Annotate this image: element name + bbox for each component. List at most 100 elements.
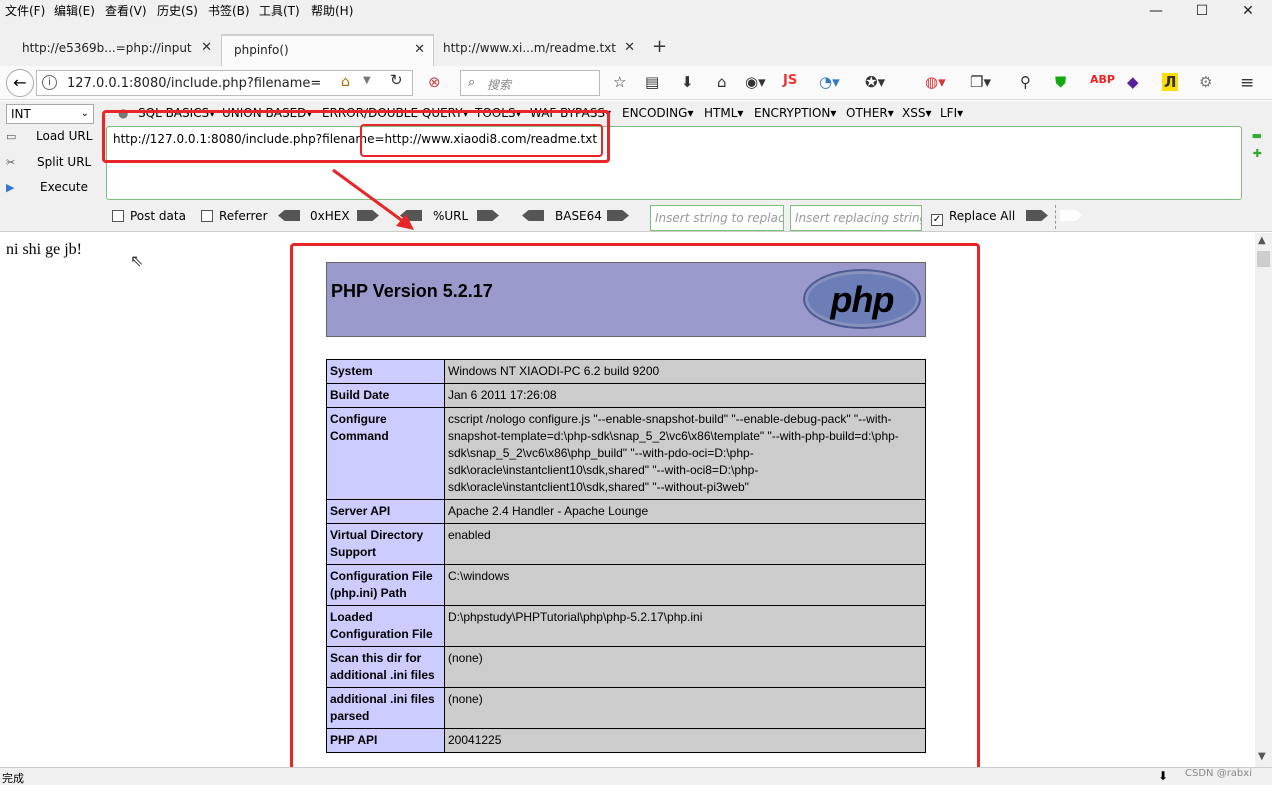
- reading-list-icon[interactable]: ▤: [645, 73, 659, 91]
- checkbox-icon: [201, 210, 213, 222]
- scissors-icon: ✂: [6, 156, 16, 169]
- green-shield-icon[interactable]: ⛊: [1055, 73, 1066, 91]
- scroll-thumb[interactable]: [1257, 251, 1270, 267]
- menu-html[interactable]: HTML▾: [704, 106, 743, 120]
- tab-php-input[interactable]: http://e5369b...=php://input ✕: [10, 34, 220, 66]
- menu-encoding[interactable]: ENCODING▾: [622, 106, 693, 120]
- minimize-button[interactable]: —: [1146, 3, 1166, 23]
- replace-next-arrow-icon[interactable]: [1060, 210, 1082, 221]
- maximize-button[interactable]: ☐: [1192, 3, 1212, 23]
- bookmark-star-icon[interactable]: ☆: [613, 73, 626, 91]
- scroll-down-icon[interactable]: ▼: [1258, 751, 1266, 762]
- new-tab-button[interactable]: +: [652, 36, 667, 57]
- menu-tools[interactable]: 工具(T): [259, 2, 300, 19]
- url-encode-arrow-icon[interactable]: [477, 210, 499, 221]
- referrer-label: Referrer: [219, 209, 268, 223]
- menu-xss[interactable]: XSS▾: [902, 106, 931, 120]
- base64-decode-arrow-icon[interactable]: [522, 210, 544, 221]
- annotation-arrow-icon: [332, 168, 414, 230]
- annotation-phpinfo-box: [290, 243, 980, 781]
- status-text: 完成: [2, 772, 24, 785]
- window-icon[interactable]: ❐▾: [970, 73, 991, 91]
- menu-help[interactable]: 帮助(H): [311, 2, 353, 19]
- minus-icon[interactable]: ▬: [1252, 129, 1262, 142]
- download-status-icon[interactable]: ⬇: [1158, 769, 1168, 783]
- js-icon[interactable]: JS: [783, 73, 797, 88]
- menu-edit[interactable]: 编辑(E): [54, 2, 95, 19]
- menu-view[interactable]: 查看(V): [105, 2, 147, 19]
- address-bar[interactable]: i 127.0.0.1:8080/include.php?filename=ht…: [36, 70, 413, 96]
- browser-icon[interactable]: ◔▾: [819, 73, 840, 91]
- info-icon[interactable]: i: [42, 75, 57, 90]
- tab-label: http://www.xi...m/readme.txt: [443, 41, 616, 55]
- watermark: CSDN @rabxi: [1185, 768, 1252, 779]
- int-select[interactable]: INT ⌄: [6, 104, 94, 124]
- load-url-label: Load URL: [36, 129, 93, 143]
- addon-icon[interactable]: ⊗: [428, 73, 441, 91]
- globe-icon[interactable]: ◉▾: [745, 73, 766, 91]
- address-input[interactable]: 127.0.0.1:8080/include.php?filename=http…: [67, 76, 321, 91]
- magnifier-icon[interactable]: ⚲: [1020, 73, 1031, 91]
- post-data-checkbox[interactable]: Post data: [112, 209, 186, 223]
- tab-readme[interactable]: http://www.xi...m/readme.txt ✕: [431, 34, 643, 66]
- replace-search-input[interactable]: Insert string to replace: [650, 205, 784, 231]
- search-input[interactable]: 搜索: [487, 76, 511, 93]
- replace-all-label: Replace All: [949, 209, 1016, 223]
- close-icon[interactable]: ✕: [624, 34, 635, 62]
- navigation-bar: ← i 127.0.0.1:8080/include.php?filename=…: [0, 66, 1272, 100]
- palette-icon[interactable]: ✪▾: [865, 73, 885, 91]
- menu-lfi[interactable]: LFI▾: [940, 106, 963, 120]
- tab-label: phpinfo(): [234, 43, 289, 57]
- execute-label: Execute: [40, 180, 88, 194]
- chevron-down-icon: ⌄: [80, 108, 89, 119]
- url-label: %URL: [433, 209, 469, 223]
- close-icon[interactable]: ✕: [414, 36, 425, 64]
- search-icon: ⌕: [468, 75, 476, 90]
- home-icon[interactable]: ⌂: [341, 74, 350, 90]
- shield-addon-icon[interactable]: ◍▾: [925, 73, 946, 91]
- post-data-label: Post data: [130, 209, 186, 223]
- checkbox-checked-icon: ✓: [931, 214, 943, 226]
- home-button-icon[interactable]: ⌂: [717, 73, 727, 91]
- load-url-button[interactable]: ▭ Load URL: [6, 129, 92, 149]
- chevron-down-icon[interactable]: ▼: [363, 75, 371, 86]
- close-icon[interactable]: ✕: [201, 34, 212, 62]
- menu-file[interactable]: 文件(F): [5, 2, 45, 19]
- vertical-scrollbar[interactable]: ▲ ▼: [1255, 233, 1272, 767]
- menu-encryption[interactable]: ENCRYPTION▾: [754, 106, 836, 120]
- adblock-icon[interactable]: ABP: [1090, 73, 1115, 86]
- hamburger-menu-icon[interactable]: ≡: [1240, 73, 1254, 93]
- yellow-addon-icon[interactable]: Л: [1162, 73, 1179, 91]
- replace-with-input[interactable]: Insert replacing string: [790, 205, 922, 231]
- replace-arrow-icon[interactable]: [1026, 210, 1048, 221]
- download-icon[interactable]: ⬇: [681, 73, 694, 91]
- execute-button[interactable]: ▶ Execute: [6, 180, 88, 200]
- int-select-value: INT: [11, 107, 31, 121]
- replace-all-checkbox[interactable]: ✓ Replace All: [931, 209, 1015, 226]
- plus-icon[interactable]: ✚: [1253, 147, 1262, 160]
- split-url-button[interactable]: ✂ Split URL: [6, 155, 91, 175]
- referrer-checkbox[interactable]: Referrer: [201, 209, 268, 223]
- scroll-up-icon[interactable]: ▲: [1258, 235, 1266, 246]
- divider: [1055, 205, 1056, 229]
- split-url-label: Split URL: [37, 155, 92, 169]
- tab-label: http://e5369b...=php://input: [22, 41, 192, 55]
- cube-icon[interactable]: ◆: [1127, 73, 1139, 91]
- close-window-button[interactable]: ✕: [1238, 3, 1258, 23]
- back-button[interactable]: ←: [6, 69, 34, 97]
- menu-history[interactable]: 历史(S): [157, 2, 198, 19]
- menu-other[interactable]: OTHER▾: [846, 106, 894, 120]
- checkbox-icon: [112, 210, 124, 222]
- gear-icon[interactable]: ⚙: [1199, 73, 1212, 91]
- reload-icon[interactable]: ↻: [390, 71, 403, 89]
- base64-label: BASE64: [555, 209, 602, 223]
- menu-bookmarks[interactable]: 书签(B): [208, 2, 250, 19]
- menu-bar: 文件(F) 编辑(E) 查看(V) 历史(S) 书签(B) 工具(T) 帮助(H…: [0, 0, 1272, 30]
- base64-encode-arrow-icon[interactable]: [607, 210, 629, 221]
- tab-bar: http://e5369b...=php://input ✕ phpinfo()…: [0, 30, 1272, 66]
- tab-phpinfo[interactable]: phpinfo() ✕: [221, 34, 434, 66]
- mouse-cursor-icon: ⇖: [130, 251, 144, 270]
- search-box[interactable]: ⌕ 搜索: [460, 70, 600, 96]
- annotation-remote-url-box: [360, 124, 603, 157]
- hex-decode-arrow-icon[interactable]: [278, 210, 300, 221]
